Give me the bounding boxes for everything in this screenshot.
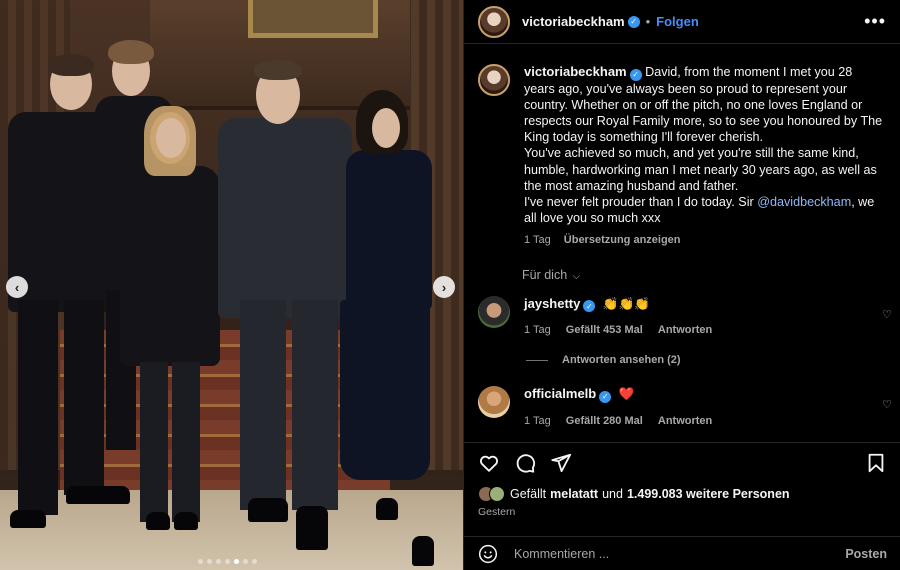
carousel-prev-button[interactable]: ‹: [6, 276, 28, 298]
comment-text: ❤️: [618, 387, 635, 402]
carousel-dot: [207, 559, 212, 564]
comment-item: jayshetty ✓ 👏👏👏 1 Tag Gefällt 453 Mal Ant…: [464, 295, 900, 336]
like-heart-icon[interactable]: [478, 452, 500, 474]
author-avatar[interactable]: [478, 5, 510, 38]
carousel-dot: [234, 559, 239, 564]
comment-username[interactable]: officialmelb: [524, 386, 596, 401]
likes-summary[interactable]: Gefällt melatatt und 1.499.083 weitere P…: [478, 486, 790, 502]
chevron-down-icon: ⌵: [572, 270, 581, 282]
post-comment-button[interactable]: Posten: [845, 547, 887, 561]
header-separator: •: [645, 14, 651, 29]
comment-like-heart-icon[interactable]: ♡: [882, 398, 892, 411]
likes-middle: und: [602, 487, 623, 501]
comment-input[interactable]: [514, 546, 846, 561]
comment-like-heart-icon[interactable]: ♡: [882, 308, 892, 321]
comment-meta: 1 Tag Gefällt 453 Mal Antworten: [524, 324, 724, 336]
caption-mention-link[interactable]: @davidbeckham: [757, 195, 851, 209]
caption-time: 1 Tag: [524, 233, 551, 246]
comment-avatar[interactable]: [478, 295, 510, 328]
comment-line: jayshetty ✓ 👏👏👏: [524, 296, 724, 313]
verified-badge-icon: ✓: [627, 15, 640, 28]
comment-composer: Posten: [464, 536, 900, 570]
caption-body: David, from the moment I met you 28 year…: [524, 65, 883, 209]
post-date: Gestern: [478, 506, 516, 518]
carousel-dot: [216, 559, 221, 564]
chevron-right-icon: ›: [441, 279, 447, 295]
comment-likes[interactable]: Gefällt 280 Mal: [566, 415, 643, 427]
post-header: victoriabeckham ✓ • Folgen •••: [464, 0, 900, 44]
post-caption: victoriabeckham ✓ David, from the moment …: [464, 44, 900, 246]
post-side-panel: victoriabeckham ✓ • Folgen ••• victoriab…: [463, 0, 900, 570]
verified-badge-icon: ✓: [583, 300, 596, 313]
comment-item: officialmelb ✓ ❤️ 1 Tag Gefällt 280 Mal A…: [464, 386, 900, 427]
comment-username[interactable]: jayshetty: [524, 296, 580, 311]
comment-likes[interactable]: Gefällt 453 Mal: [566, 324, 643, 336]
comment-meta: 1 Tag Gefällt 280 Mal Antworten: [524, 415, 724, 427]
caption-text: victoriabeckham ✓ David, from the moment …: [524, 64, 884, 226]
emoji-icon[interactable]: [478, 544, 498, 564]
comment-reply-button[interactable]: Antworten: [658, 324, 712, 336]
likes-user[interactable]: melatatt: [550, 487, 598, 501]
view-replies-label: Antworten ansehen (2): [562, 354, 681, 367]
caption-meta: 1 Tag Übersetzung anzeigen: [524, 234, 884, 246]
for-you-dropdown[interactable]: Für dich ⌵: [522, 268, 900, 282]
chevron-left-icon: ‹: [14, 279, 20, 295]
carousel-dot: [252, 559, 257, 564]
for-you-label: Für dich: [522, 267, 568, 282]
carousel-dot: [225, 559, 230, 564]
follow-button[interactable]: Folgen: [656, 14, 699, 29]
translate-link[interactable]: Übersetzung anzeigen: [564, 234, 681, 246]
view-replies-button[interactable]: Antworten ansehen (2): [526, 354, 900, 366]
comment-line: officialmelb ✓ ❤️: [524, 386, 724, 403]
likes-count[interactable]: 1.499.083 weitere Personen: [627, 487, 790, 501]
carousel-dot: [243, 559, 248, 564]
liker-avatar: [489, 486, 505, 502]
comment-time: 1 Tag: [524, 414, 551, 427]
likes-prefix: Gefällt: [510, 487, 547, 501]
carousel-indicator: [198, 559, 257, 564]
post-photo[interactable]: ‹ ›: [0, 0, 463, 570]
photo-painting-frame: [248, 0, 378, 38]
comment-text: 👏👏👏: [602, 296, 650, 311]
comment-time: 1 Tag: [524, 324, 551, 337]
replies-divider: [526, 359, 548, 361]
carousel-dot: [198, 559, 203, 564]
comment-bubble-icon[interactable]: [514, 452, 536, 474]
bookmark-icon[interactable]: [865, 452, 887, 474]
verified-badge-icon: ✓: [599, 390, 612, 403]
comment-avatar[interactable]: [478, 386, 510, 419]
more-options-icon[interactable]: •••: [864, 11, 886, 32]
verified-badge-icon: ✓: [629, 69, 642, 82]
post-actions-bar: [464, 442, 900, 482]
comment-reply-button[interactable]: Antworten: [658, 415, 712, 427]
carousel-next-button[interactable]: ›: [433, 276, 455, 298]
author-username[interactable]: victoriabeckham: [522, 14, 625, 29]
share-paper-plane-icon[interactable]: [550, 452, 572, 474]
caption-username[interactable]: victoriabeckham: [524, 64, 627, 79]
caption-avatar[interactable]: [478, 64, 510, 96]
